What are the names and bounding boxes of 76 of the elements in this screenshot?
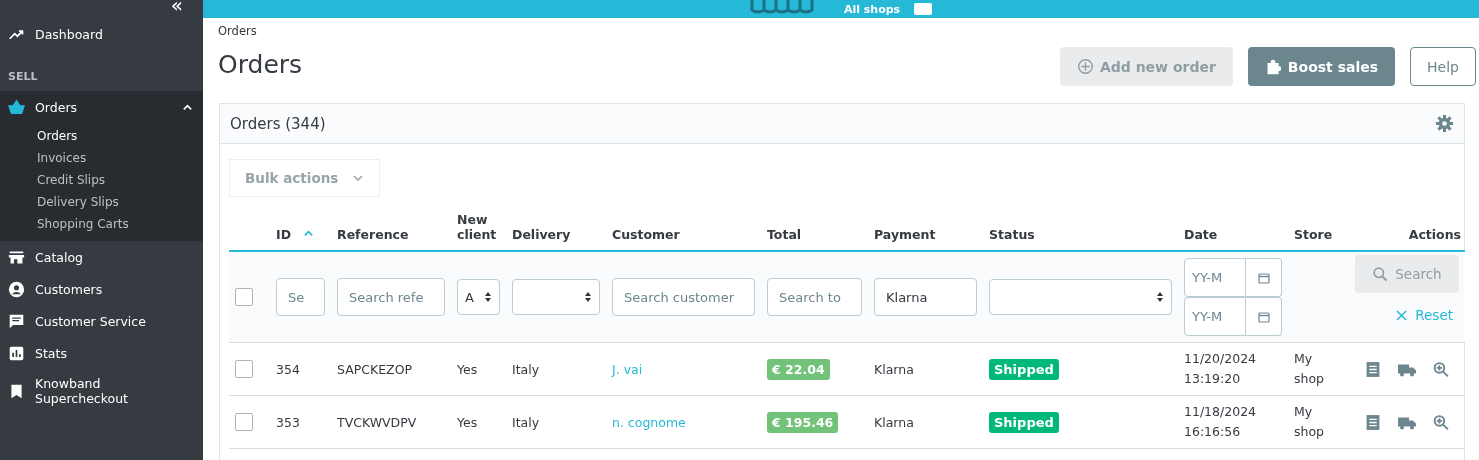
plus-circle-icon bbox=[1076, 58, 1094, 75]
filter-field[interactable]: Se bbox=[276, 278, 325, 316]
settings-icon[interactable] bbox=[1435, 114, 1454, 133]
column-header[interactable]: ID bbox=[276, 227, 292, 242]
page-title: Orders bbox=[218, 50, 303, 79]
panel-title: Orders (344) bbox=[230, 114, 326, 133]
dropdown-icon[interactable] bbox=[914, 3, 933, 15]
nav-item[interactable]: Orders bbox=[0, 91, 203, 123]
column-header: Delivery bbox=[512, 227, 571, 242]
close-icon bbox=[1396, 309, 1408, 321]
submenu-item[interactable]: Invoices bbox=[0, 147, 203, 169]
table-cell: Yes bbox=[457, 414, 478, 430]
table-cell-text: 11/20/2024 13:19:20 bbox=[1184, 350, 1258, 388]
table-cell: Italy bbox=[512, 414, 540, 430]
up-down-icon bbox=[1156, 291, 1164, 303]
nav-item[interactable]: Dashboard bbox=[0, 18, 203, 50]
column-header: Payment bbox=[874, 227, 936, 242]
section-label: SELL bbox=[7, 69, 39, 85]
chevron-icon bbox=[352, 172, 365, 184]
column-header: Actions bbox=[1408, 227, 1461, 242]
filter-field[interactable]: Search customer bbox=[612, 278, 755, 316]
date-field[interactable]: YY-M bbox=[1184, 258, 1246, 297]
column-header: Store bbox=[1294, 227, 1333, 242]
up-down-icon bbox=[484, 291, 492, 303]
table-cell-text: 11/18/2024 16:16:56 bbox=[1184, 403, 1258, 441]
nav-item[interactable]: Catalog bbox=[0, 241, 203, 273]
search-icon bbox=[1372, 265, 1390, 283]
column-header: New client bbox=[457, 212, 498, 242]
basket-icon bbox=[8, 98, 25, 116]
table-cell: Italy bbox=[512, 361, 540, 377]
calendar-icon[interactable] bbox=[1257, 310, 1270, 323]
column-header: Total bbox=[767, 227, 802, 242]
table-cell: 354 bbox=[276, 361, 300, 377]
chat-icon bbox=[8, 312, 25, 330]
total-amount: € 195.46 bbox=[767, 411, 839, 433]
filter-select[interactable]: A bbox=[457, 279, 500, 315]
table-cell: Yes bbox=[457, 361, 478, 377]
table-cell: Klarna bbox=[874, 361, 914, 377]
bookmark-icon bbox=[8, 382, 25, 400]
table-cell: 353 bbox=[276, 414, 300, 430]
column-header: Reference bbox=[337, 227, 409, 242]
filter-field[interactable]: Klarna bbox=[874, 278, 977, 316]
boost-button[interactable]: Boost sales bbox=[1247, 47, 1396, 86]
table-cell: TVCKWVDPV bbox=[337, 414, 417, 430]
nav-item[interactable]: Stats bbox=[0, 337, 203, 369]
column-header: Date bbox=[1184, 227, 1218, 242]
table-cell: SAPCKEZOP bbox=[337, 361, 413, 377]
table-cell-text: My shop bbox=[1294, 350, 1326, 388]
filter-field[interactable]: Search refe bbox=[337, 278, 445, 316]
breadcrumb[interactable]: Orders bbox=[218, 24, 303, 38]
person-icon bbox=[8, 280, 25, 298]
nav-item[interactable]: Customers bbox=[0, 273, 203, 305]
submenu-item[interactable]: Orders bbox=[0, 125, 203, 147]
row-checkbox[interactable] bbox=[235, 360, 253, 378]
calendar-icon[interactable] bbox=[1257, 271, 1270, 284]
table-cell: Klarna bbox=[874, 414, 914, 430]
table-cell-text: My shop bbox=[1294, 403, 1326, 441]
help-button[interactable]: Help bbox=[1410, 47, 1476, 86]
up-down-icon bbox=[584, 291, 592, 303]
column-header: Customer bbox=[612, 227, 680, 242]
nav-item[interactable]: Customer Service bbox=[0, 305, 203, 337]
date-field[interactable]: YY-M bbox=[1184, 297, 1246, 336]
collapse-button[interactable]: « bbox=[170, 0, 203, 18]
submenu-item[interactable]: Shopping Carts bbox=[0, 213, 203, 235]
nav-item[interactable]: Knowband Supercheckout bbox=[0, 369, 203, 413]
sort-icon[interactable] bbox=[303, 228, 315, 239]
total-amount: € 22.04 bbox=[767, 358, 830, 380]
zoom-icon[interactable] bbox=[1431, 360, 1451, 378]
column-header: Status bbox=[989, 227, 1035, 242]
submenu-item[interactable]: Credit Slips bbox=[0, 169, 203, 191]
submenu-item[interactable]: Delivery Slips bbox=[0, 191, 203, 213]
stats-icon bbox=[8, 344, 25, 362]
filter-field[interactable]: Search to bbox=[767, 278, 862, 316]
zoom-icon[interactable] bbox=[1431, 413, 1451, 431]
row-checkbox[interactable] bbox=[235, 413, 253, 431]
checkbox[interactable] bbox=[235, 288, 253, 306]
